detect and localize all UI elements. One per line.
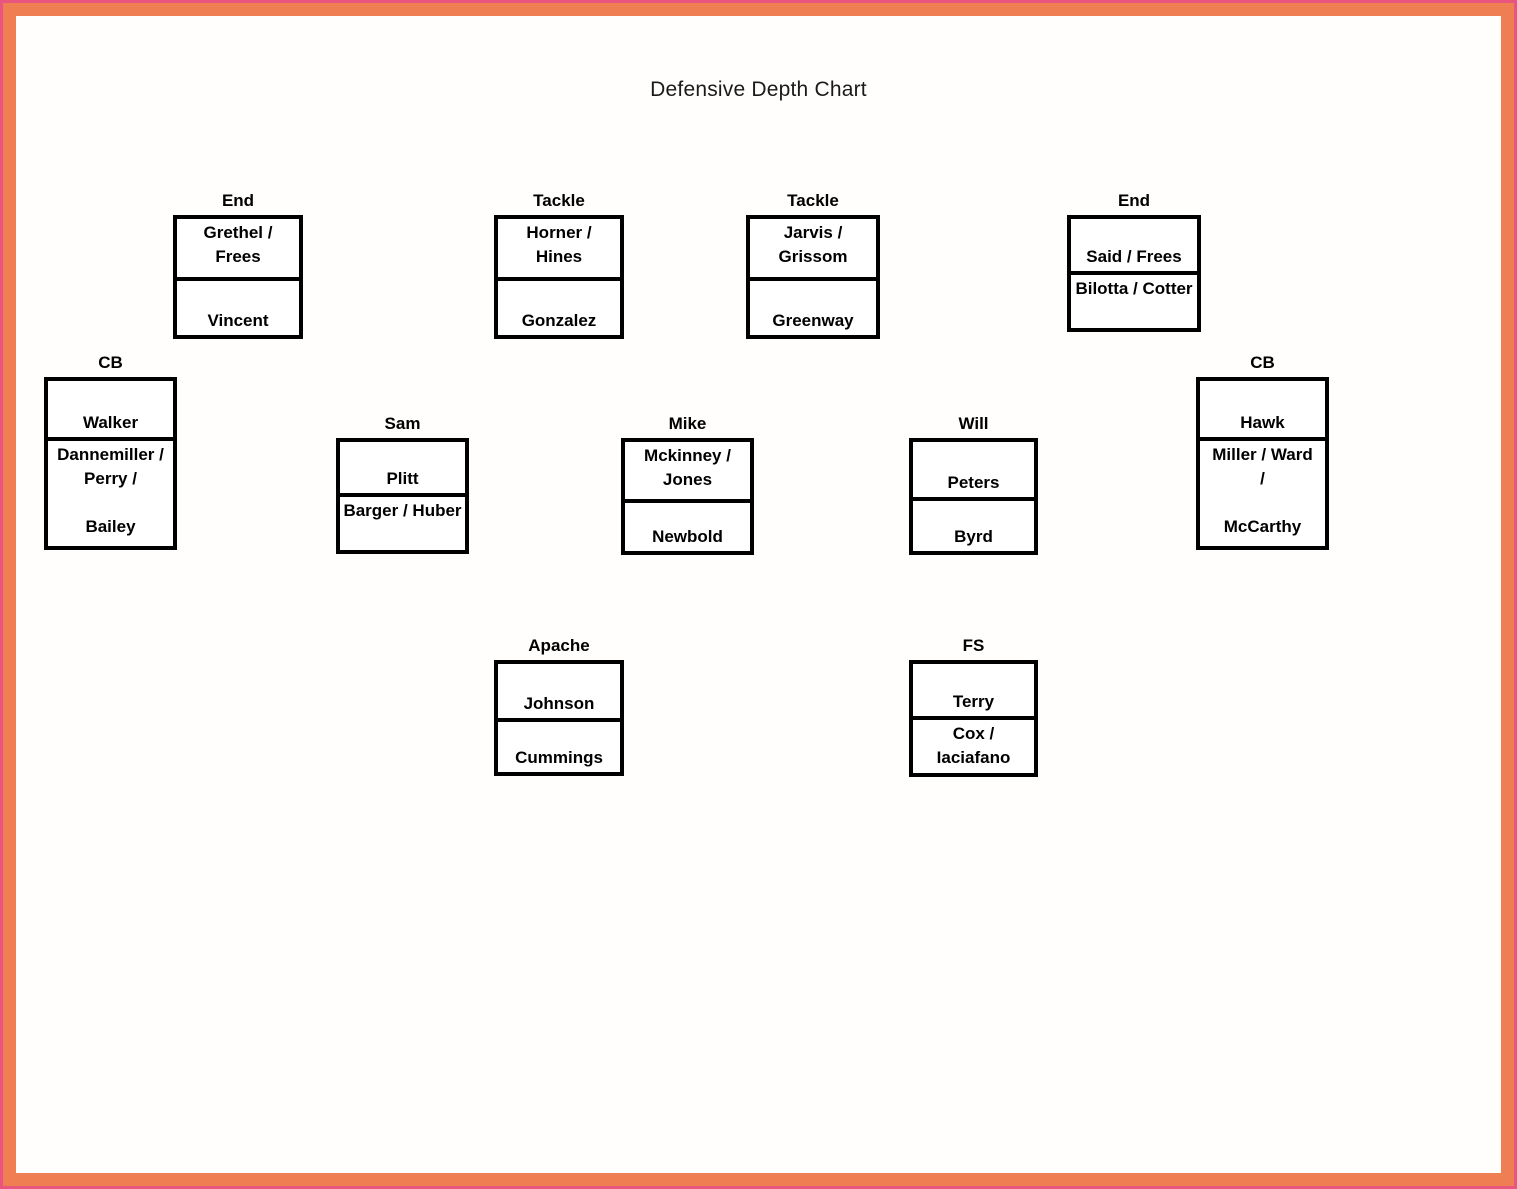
depth-box[interactable]: Mckinney / Jones Newbold [621, 437, 754, 555]
depth-cell-2[interactable]: Bilotta / Cotter [1071, 270, 1197, 328]
depth-cell-line-3: Bailey [85, 517, 136, 537]
depth-cell-text: Terry [952, 691, 995, 711]
depth-cell-2[interactable]: Dannemiller / Perry / Bailey [48, 436, 173, 546]
depth-box[interactable]: Hawk Miller / Ward / McCarthy [1196, 376, 1329, 550]
position-label: Mike [668, 414, 707, 433]
depth-cell-1[interactable]: Horner / Hines [498, 219, 620, 277]
position-group-end-right: End Said / Frees Bilotta / Cotter [1067, 191, 1201, 332]
depth-cell-blank-line [1203, 491, 1322, 515]
depth-cell-text: Gonzalez [521, 310, 597, 330]
depth-cell-1[interactable]: Said / Frees [1071, 219, 1197, 271]
depth-cell-blank-line [51, 491, 170, 515]
depth-cell-1[interactable]: Peters [913, 442, 1034, 497]
depth-cell-line-1: Miller / Ward [1212, 444, 1313, 464]
depth-cell-text: Walker [82, 412, 139, 432]
position-label: CB [1250, 353, 1275, 372]
position-group-apache: Apache Johnson Cummings [494, 636, 624, 776]
position-label: Tackle [533, 191, 585, 210]
position-group-cb-left: CB Walker Dannemiller / Perry / Bailey [44, 353, 177, 550]
depth-cell-text: Johnson [523, 693, 595, 713]
position-label: Tackle [787, 191, 839, 210]
depth-chart-canvas: Defensive Depth Chart End Grethel / Free… [16, 16, 1501, 1173]
depth-box[interactable]: Peters Byrd [909, 437, 1038, 555]
position-label: Will [958, 414, 989, 433]
page-frame: Defensive Depth Chart End Grethel / Free… [0, 0, 1517, 1189]
depth-cell-text: Bilotta / Cotter [1075, 278, 1193, 298]
depth-cell-line-1: Dannemiller / [57, 444, 164, 464]
depth-cell-text: Plitt [386, 468, 419, 488]
depth-cell-text: Vincent [207, 310, 269, 330]
depth-cell-text-group: Miller / Ward / McCarthy [1203, 443, 1322, 540]
depth-box[interactable]: Said / Frees Bilotta / Cotter [1067, 214, 1201, 332]
position-label: Sam [384, 414, 421, 433]
depth-box[interactable]: Walker Dannemiller / Perry / Bailey [44, 376, 177, 550]
position-label: Apache [528, 636, 590, 655]
position-group-mike: Mike Mckinney / Jones Newbold [621, 414, 754, 555]
position-group-will: Will Peters Byrd [909, 414, 1038, 555]
depth-cell-2[interactable]: Cummings [498, 717, 620, 772]
position-group-sam: Sam Plitt Barger / Huber [336, 414, 469, 554]
position-group-end-left: End Grethel / Frees Vincent [173, 191, 303, 339]
page-title: Defensive Depth Chart [650, 78, 867, 101]
depth-cell-text: Byrd [954, 526, 993, 546]
depth-cell-text: Said / Frees [1086, 246, 1182, 266]
depth-box[interactable]: Terry Cox / Iaciafano [909, 659, 1038, 777]
depth-cell-line-2: Perry / [84, 468, 137, 488]
depth-cell-1[interactable]: Mckinney / Jones [625, 442, 750, 499]
depth-cell-text: Jarvis / Grissom [778, 222, 848, 266]
depth-cell-2[interactable]: Greenway [750, 276, 876, 335]
depth-box[interactable]: Plitt Barger / Huber [336, 437, 469, 554]
depth-cell-2[interactable]: Miller / Ward / McCarthy [1200, 436, 1325, 546]
depth-cell-line-3: McCarthy [1223, 517, 1302, 537]
depth-cell-line-2: / [1260, 468, 1265, 488]
position-group-tackle-right: Tackle Jarvis / Grissom Greenway [746, 191, 880, 339]
depth-cell-1[interactable]: Jarvis / Grissom [750, 219, 876, 277]
depth-cell-text: Grethel / Frees [203, 222, 273, 266]
depth-cell-2[interactable]: Gonzalez [498, 276, 620, 335]
depth-cell-text: Mckinney / Jones [644, 445, 731, 489]
depth-box[interactable]: Grethel / Frees Vincent [173, 214, 303, 339]
depth-cell-text-group: Dannemiller / Perry / Bailey [51, 443, 170, 540]
page-frame-band: Defensive Depth Chart End Grethel / Free… [3, 3, 1514, 1186]
position-group-fs: FS Terry Cox / Iaciafano [909, 636, 1038, 777]
depth-cell-1[interactable]: Hawk [1200, 381, 1325, 437]
position-group-cb-right: CB Hawk Miller / Ward / McCarthy [1196, 353, 1329, 550]
depth-cell-text: Newbold [652, 526, 723, 546]
depth-cell-1[interactable]: Terry [913, 664, 1034, 716]
depth-cell-text: Horner / Hines [526, 222, 592, 266]
depth-cell-2[interactable]: Byrd [913, 496, 1034, 551]
depth-cell-1[interactable]: Grethel / Frees [177, 219, 299, 277]
position-group-tackle-left: Tackle Horner / Hines Gonzalez [494, 191, 624, 339]
depth-cell-2[interactable]: Cox / Iaciafano [913, 715, 1034, 773]
depth-box[interactable]: Johnson Cummings [494, 659, 624, 776]
position-label: FS [962, 636, 985, 655]
depth-cell-text: Hawk [1240, 412, 1285, 432]
position-label: End [221, 191, 255, 210]
depth-cell-text: Barger / Huber [343, 500, 462, 520]
depth-cell-text: Cox / Iaciafano [936, 723, 1011, 767]
depth-box[interactable]: Horner / Hines Gonzalez [494, 214, 624, 339]
depth-cell-text: Cummings [515, 747, 603, 767]
depth-cell-1[interactable]: Plitt [340, 442, 465, 493]
position-label: CB [98, 353, 123, 372]
depth-cell-2[interactable]: Newbold [625, 498, 750, 551]
depth-cell-2[interactable]: Vincent [177, 276, 299, 335]
depth-cell-1[interactable]: Walker [48, 381, 173, 437]
depth-cell-2[interactable]: Barger / Huber [340, 492, 465, 550]
depth-cell-text: Greenway [772, 310, 854, 330]
depth-cell-text: Peters [947, 472, 1000, 492]
depth-box[interactable]: Jarvis / Grissom Greenway [746, 214, 880, 339]
position-label: End [1117, 191, 1151, 210]
depth-cell-1[interactable]: Johnson [498, 664, 620, 718]
